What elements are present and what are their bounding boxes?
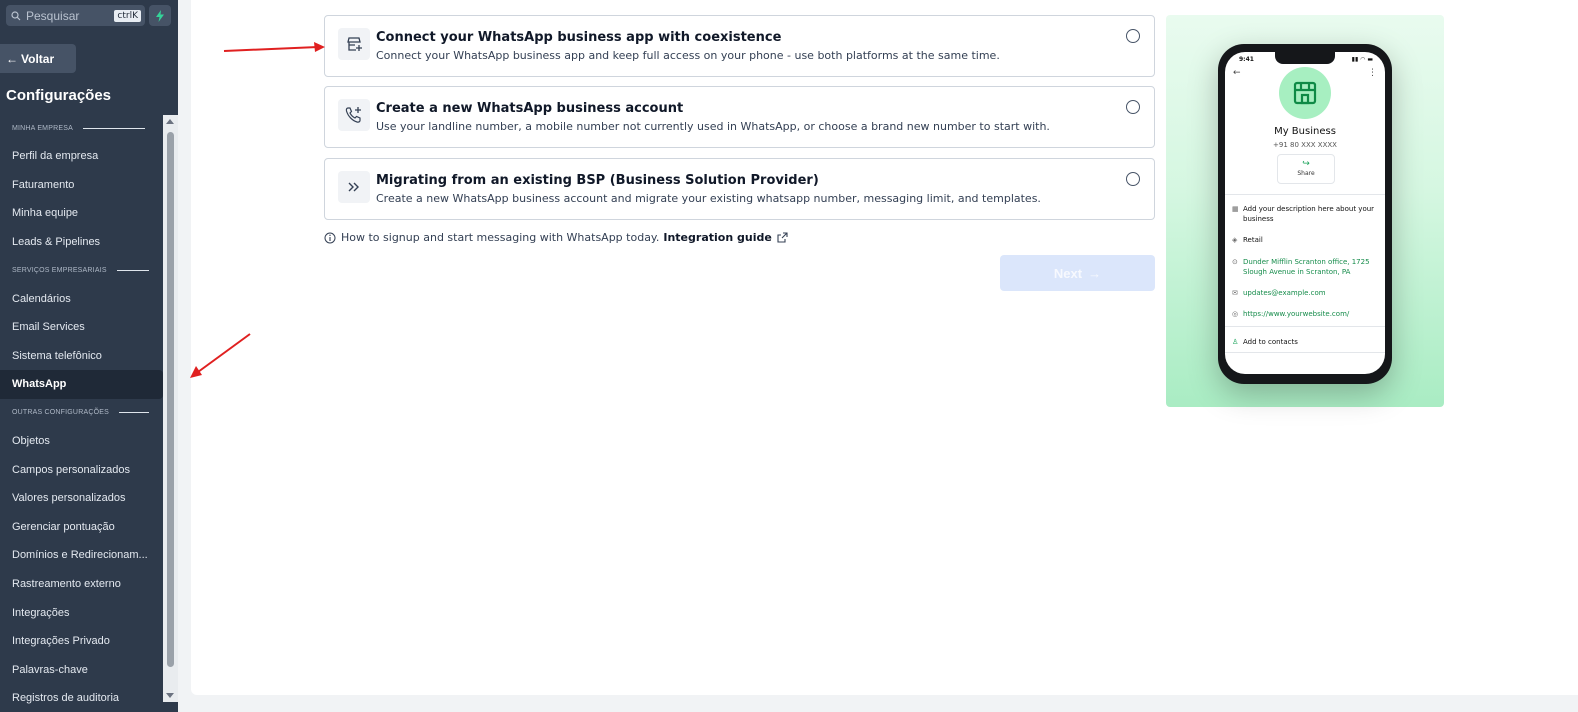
option-description: Create a new WhatsApp business account a… bbox=[376, 192, 1041, 205]
business-phone-number: +91 80 XXX XXXX bbox=[1273, 141, 1337, 149]
search-icon bbox=[11, 10, 21, 20]
option-card-new-account[interactable]: Create a new WhatsApp business account U… bbox=[324, 86, 1155, 148]
sidebar-item-dominios[interactable]: Domínios e Redirecionam... bbox=[0, 541, 163, 570]
sidebar-item-campos-personalizados[interactable]: Campos personalizados bbox=[0, 455, 163, 484]
sidebar-scrollbar[interactable] bbox=[163, 115, 178, 702]
mail-icon: ✉ bbox=[1232, 289, 1238, 297]
sidebar-item-registros-de-auditoria[interactable]: Registros de auditoria bbox=[0, 684, 163, 712]
double-chevron-right-icon bbox=[338, 171, 370, 203]
whatsapp-profile-preview: 9:41 ▮▮ ◠ ▬ ← ⋮ My Business +91 80 XXX X… bbox=[1166, 15, 1444, 407]
lightning-bolt-icon bbox=[156, 9, 164, 22]
divider bbox=[1225, 194, 1385, 195]
settings-nav: MINHA EMPRESA Perfil da empresa Faturame… bbox=[0, 114, 163, 712]
store-icon: ▦ bbox=[1232, 205, 1239, 213]
share-button: ↪ Share bbox=[1277, 154, 1335, 184]
sidebar-item-gerenciar-pontuacao[interactable]: Gerenciar pontuação bbox=[0, 513, 163, 542]
option-description: Use your landline number, a mobile numbe… bbox=[376, 120, 1050, 133]
scroll-down-arrow-icon[interactable] bbox=[166, 693, 174, 698]
arrow-right-icon: → bbox=[1088, 265, 1102, 281]
settings-title: Configurações bbox=[6, 87, 112, 104]
option-title: Create a new WhatsApp business account bbox=[376, 101, 684, 116]
section-header-servicos-empresariais: SERVIÇOS EMPRESARIAIS bbox=[0, 256, 163, 284]
scrollbar-thumb[interactable] bbox=[167, 132, 174, 667]
profile-email-row: ✉ updates@example.com bbox=[1232, 289, 1326, 297]
next-button[interactable]: Next → bbox=[1000, 255, 1155, 291]
option-card-coexistence[interactable]: Connect your WhatsApp business app with … bbox=[324, 15, 1155, 77]
info-icon bbox=[324, 232, 336, 243]
sidebar-item-sistema-telefonico[interactable]: Sistema telefônico bbox=[0, 342, 163, 371]
phone-plus-icon bbox=[338, 99, 370, 131]
store-plus-icon bbox=[338, 28, 370, 60]
option-radio[interactable] bbox=[1126, 29, 1140, 43]
scroll-up-arrow-icon[interactable] bbox=[166, 119, 174, 124]
status-time: 9:41 bbox=[1239, 56, 1254, 63]
sidebar-item-calendarios[interactable]: Calendários bbox=[0, 284, 163, 313]
globe-icon: ◎ bbox=[1232, 310, 1239, 318]
option-card-migrate-bsp[interactable]: Migrating from an existing BSP (Business… bbox=[324, 158, 1155, 220]
business-name: My Business bbox=[1274, 126, 1336, 137]
search-input[interactable]: Pesquisar ctrlK bbox=[6, 5, 145, 26]
option-radio[interactable] bbox=[1126, 100, 1140, 114]
back-button[interactable]: ← Voltar bbox=[0, 44, 76, 73]
section-header-outras-configuracoes: OUTRAS CONFIGURAÇÕES bbox=[0, 399, 163, 427]
share-icon: ↪ bbox=[1302, 159, 1310, 169]
option-description: Connect your WhatsApp business app and k… bbox=[376, 49, 1000, 62]
main-content: Connect your WhatsApp business app with … bbox=[191, 0, 1578, 695]
sidebar-item-minha-equipe[interactable]: Minha equipe bbox=[0, 199, 163, 228]
phone-screen: 9:41 ▮▮ ◠ ▬ ← ⋮ My Business +91 80 XXX X… bbox=[1225, 52, 1385, 374]
back-button-label: Voltar bbox=[21, 51, 55, 66]
profile-website-row: ◎ https://www.yourwebsite.com/ bbox=[1232, 310, 1350, 318]
storefront-icon bbox=[1293, 81, 1317, 105]
search-placeholder: Pesquisar bbox=[26, 8, 80, 23]
add-user-icon: ♙ bbox=[1232, 338, 1239, 346]
location-pin-icon: ⊙ bbox=[1232, 258, 1238, 266]
divider bbox=[1225, 326, 1385, 327]
profile-description-row: ▦ Add your description here about your bu… bbox=[1232, 205, 1375, 223]
sidebar-item-integracoes-privado[interactable]: Integrações Privado bbox=[0, 627, 163, 656]
divider bbox=[1225, 352, 1385, 353]
profile-address-row: ⊙ Dunder Mifflin Scranton office, 1725 Sl… bbox=[1232, 258, 1370, 276]
sidebar-item-whatsapp[interactable]: WhatsApp bbox=[0, 370, 163, 399]
search-shortcut-badge: ctrlK bbox=[114, 9, 141, 22]
next-button-label: Next bbox=[1053, 265, 1083, 281]
sidebar-item-rastreamento-externo[interactable]: Rastreamento externo bbox=[0, 570, 163, 599]
sidebar-item-objetos[interactable]: Objetos bbox=[0, 427, 163, 456]
section-header-minha-empresa: MINHA EMPRESA bbox=[0, 114, 163, 142]
sidebar-item-palavras-chave[interactable]: Palavras-chave bbox=[0, 656, 163, 685]
more-vertical-icon: ⋮ bbox=[1368, 68, 1377, 78]
signup-hint: How to signup and start messaging with W… bbox=[324, 231, 788, 244]
quick-action-button[interactable] bbox=[149, 5, 171, 26]
option-radio[interactable] bbox=[1126, 172, 1140, 186]
sidebar-item-leads-pipelines[interactable]: Leads & Pipelines bbox=[0, 228, 163, 257]
profile-category-row: ◈ Retail bbox=[1232, 236, 1263, 244]
sidebar-item-perfil-da-empresa[interactable]: Perfil da empresa bbox=[0, 142, 163, 171]
sidebar-item-valores-personalizados[interactable]: Valores personalizados bbox=[0, 484, 163, 513]
sidebar-item-email-services[interactable]: Email Services bbox=[0, 313, 163, 342]
annotation-arrow-right bbox=[223, 42, 325, 52]
external-link-icon[interactable] bbox=[777, 232, 788, 243]
status-bar-icons: ▮▮ ◠ ▬ bbox=[1351, 56, 1373, 63]
arrow-left-icon: ← bbox=[1233, 68, 1241, 78]
option-title: Migrating from an existing BSP (Business… bbox=[376, 173, 819, 188]
annotation-arrow-left bbox=[190, 333, 251, 378]
option-title: Connect your WhatsApp business app with … bbox=[376, 30, 782, 45]
hint-text: How to signup and start messaging with W… bbox=[341, 231, 660, 244]
phone-mockup: 9:41 ▮▮ ◠ ▬ ← ⋮ My Business +91 80 XXX X… bbox=[1218, 44, 1392, 384]
tag-icon: ◈ bbox=[1232, 236, 1238, 244]
business-avatar bbox=[1279, 67, 1331, 119]
integration-guide-link[interactable]: Integration guide bbox=[663, 231, 771, 244]
sidebar: Pesquisar ctrlK ← Voltar Configurações M… bbox=[0, 0, 178, 712]
sidebar-item-faturamento[interactable]: Faturamento bbox=[0, 171, 163, 200]
sidebar-item-integracoes[interactable]: Integrações bbox=[0, 598, 163, 627]
add-to-contacts-row: ♙ Add to contacts bbox=[1232, 338, 1298, 346]
share-label: Share bbox=[1297, 170, 1315, 177]
arrow-left-icon: ← bbox=[6, 51, 18, 66]
phone-notch bbox=[1275, 52, 1335, 64]
